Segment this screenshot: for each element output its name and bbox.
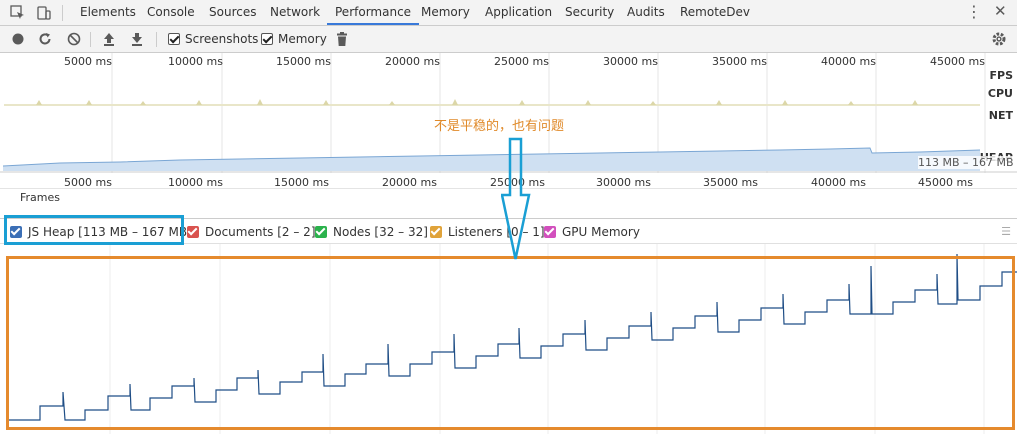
record-icon[interactable]: [9, 30, 27, 48]
cpu-track-label: CPU: [987, 87, 1013, 100]
tab-console[interactable]: Console: [139, 0, 203, 25]
tab-remotedev[interactable]: RemoteDev: [672, 0, 758, 25]
overview-tick: 20000 ms: [385, 55, 440, 68]
inspect-element-icon[interactable]: [8, 3, 28, 23]
documents-label: Documents [2 – 2]: [205, 225, 316, 239]
gpu-memory-counter[interactable]: GPU Memory: [544, 225, 640, 239]
divider: [156, 32, 157, 47]
trash-icon[interactable]: [333, 30, 351, 48]
overview-tick: 45000 ms: [930, 55, 985, 68]
overview-tick: 35000 ms: [712, 55, 767, 68]
divider: [90, 32, 91, 47]
net-track-label: NET: [988, 109, 1013, 122]
frames-track-label[interactable]: Frames: [20, 191, 60, 204]
clear-icon[interactable]: [65, 30, 83, 48]
memory-label: Memory: [278, 32, 327, 46]
fps-track-label: FPS: [989, 69, 1014, 82]
overview-tick: 30000 ms: [603, 55, 658, 68]
tab-security[interactable]: Security: [557, 0, 622, 25]
tab-memory[interactable]: Memory: [413, 0, 478, 25]
checkbox-checked-icon: [261, 33, 273, 45]
overview-tick: 25000 ms: [494, 55, 549, 68]
nodes-counter[interactable]: Nodes [32 – 32]: [315, 225, 428, 239]
documents-counter[interactable]: Documents [2 – 2]: [187, 225, 316, 239]
checkbox-checked-icon: [187, 226, 199, 238]
annotation-arrow: [501, 137, 531, 260]
overview-tick: 10000 ms: [168, 55, 223, 68]
nodes-label: Nodes [32 – 32]: [333, 225, 428, 239]
heap-range-label: 113 MB – 167 MB: [918, 156, 1014, 169]
divider: [62, 5, 63, 21]
tab-performance[interactable]: Performance: [327, 0, 420, 25]
checkbox-checked-icon: [168, 33, 180, 45]
load-profile-icon[interactable]: [100, 30, 118, 48]
checkbox-checked-icon: [544, 226, 556, 238]
checkbox-checked-icon: [315, 226, 327, 238]
overview-tick: 15000 ms: [276, 55, 331, 68]
more-menu-icon[interactable]: ⋮: [966, 2, 982, 21]
gpu-memory-label: GPU Memory: [562, 225, 640, 239]
memory-checkbox[interactable]: Memory: [261, 32, 327, 46]
tab-audits[interactable]: Audits: [619, 0, 673, 25]
resize-handle-icon[interactable]: ☰: [1001, 225, 1011, 238]
tab-network[interactable]: Network: [262, 0, 328, 25]
devtools-tabbar: Elements Console Sources Network Perform…: [0, 0, 1017, 26]
device-toolbar-icon[interactable]: [34, 3, 54, 23]
screenshots-label: Screenshots: [185, 32, 259, 46]
checkbox-checked-icon: [430, 226, 442, 238]
tab-sources[interactable]: Sources: [201, 0, 264, 25]
reload-icon[interactable]: [36, 30, 54, 48]
screenshots-checkbox[interactable]: Screenshots: [168, 32, 258, 46]
tab-application[interactable]: Application: [477, 0, 560, 25]
performance-toolbar: Screenshots Memory: [0, 26, 1017, 53]
save-profile-icon[interactable]: [128, 30, 146, 48]
close-icon[interactable]: ✕: [994, 2, 1007, 20]
js-heap-highlight-box: [4, 215, 184, 245]
overview-tick: 5000 ms: [64, 55, 112, 68]
tab-elements[interactable]: Elements: [72, 0, 144, 25]
settings-gear-icon[interactable]: [990, 30, 1008, 48]
overview-tick: 40000 ms: [821, 55, 876, 68]
memory-graph-highlight-box: [6, 256, 1015, 430]
annotation-text: 不是平稳的，也有问题: [434, 119, 565, 134]
